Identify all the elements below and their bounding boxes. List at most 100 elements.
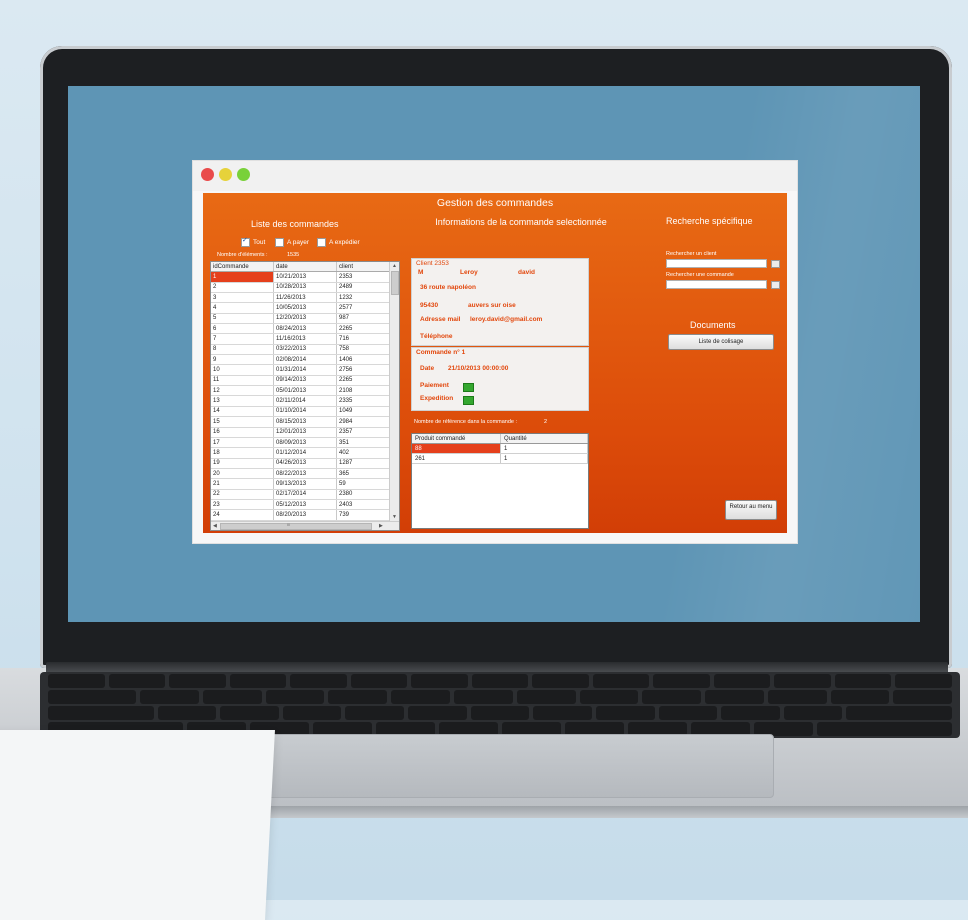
table-row[interactable]: 88 1 — [412, 443, 588, 454]
table-cell[interactable]: 08/15/2013 — [273, 416, 337, 428]
table-cell[interactable]: 2353 — [336, 271, 390, 283]
table-cell[interactable]: 08/20/2013 — [273, 509, 337, 521]
table-cell[interactable]: 2108 — [336, 385, 390, 397]
table-cell[interactable]: 02/08/2014 — [273, 354, 337, 366]
table-row[interactable]: 19 04/26/2013 1287 — [211, 458, 390, 469]
table-cell[interactable]: 23 — [211, 499, 274, 511]
table-cell[interactable]: 04/26/2013 — [273, 458, 337, 469]
table-cell[interactable]: 6 — [211, 323, 274, 335]
table-cell[interactable]: 02/17/2014 — [273, 489, 337, 500]
table-cell[interactable]: 1 — [211, 271, 274, 283]
orders-vertical-scrollbar[interactable]: ▲ ▼ — [389, 262, 399, 521]
table-cell[interactable]: 08/24/2013 — [273, 323, 337, 335]
table-cell[interactable]: 18 — [211, 447, 274, 459]
table-row[interactable]: 20 08/22/2013 365 — [211, 468, 390, 480]
maximize-window-button[interactable] — [237, 168, 250, 181]
table-cell[interactable]: 11/16/2013 — [273, 333, 337, 345]
column-header[interactable]: Produit commandé — [412, 434, 501, 444]
table-row[interactable]: 14 01/10/2014 1049 — [211, 406, 390, 418]
table-row[interactable]: 6 08/24/2013 2265 — [211, 323, 390, 335]
table-cell[interactable]: 1287 — [336, 458, 390, 469]
table-cell[interactable]: 261 — [412, 453, 501, 464]
table-row[interactable]: 3 11/26/2013 1232 — [211, 292, 390, 304]
table-cell[interactable]: 716 — [336, 333, 390, 345]
table-cell[interactable]: 11/26/2013 — [273, 292, 337, 304]
back-to-menu-button[interactable]: Retour au menu — [725, 500, 777, 520]
table-cell[interactable]: 05/01/2013 — [273, 385, 337, 397]
search-client-input[interactable] — [666, 259, 767, 268]
table-row[interactable]: 16 12/01/2013 2357 — [211, 427, 390, 438]
table-cell[interactable]: 402 — [336, 447, 390, 459]
table-cell[interactable]: 1049 — [336, 406, 390, 418]
table-cell[interactable]: 758 — [336, 344, 390, 356]
table-cell[interactable]: 9 — [211, 354, 274, 366]
table-row[interactable]: 13 02/11/2014 2335 — [211, 395, 390, 407]
table-cell[interactable]: 2335 — [336, 395, 390, 407]
table-row[interactable]: 17 08/09/2013 351 — [211, 437, 390, 449]
table-row[interactable]: 261 1 — [412, 453, 588, 464]
table-row[interactable]: 9 02/08/2014 1406 — [211, 354, 390, 366]
orders-horizontal-scrollbar[interactable]: ◀ III ▶ — [211, 521, 399, 530]
table-cell[interactable]: 15 — [211, 416, 274, 428]
scroll-left-icon[interactable]: ◀ — [213, 523, 217, 529]
table-cell[interactable]: 01/10/2014 — [273, 406, 337, 418]
table-cell[interactable]: 14 — [211, 406, 274, 418]
table-cell[interactable]: 2403 — [336, 499, 390, 511]
table-cell[interactable]: 8 — [211, 344, 274, 356]
table-cell[interactable]: 02/11/2014 — [273, 395, 337, 407]
table-cell[interactable]: 17 — [211, 437, 274, 449]
table-cell[interactable]: 12/01/2013 — [273, 427, 337, 438]
table-row[interactable]: 11 09/14/2013 2265 — [211, 375, 390, 387]
table-cell[interactable]: 09/14/2013 — [273, 375, 337, 387]
packing-list-button[interactable]: Liste de colisage — [668, 334, 774, 350]
table-cell[interactable]: 05/12/2013 — [273, 499, 337, 511]
orders-table[interactable]: idCommande date client 1 10/21/2013 2353 2 1… — [210, 261, 400, 531]
table-cell[interactable]: 10/21/2013 — [273, 271, 337, 283]
column-header[interactable]: idCommande — [211, 262, 274, 273]
table-cell[interactable]: 3 — [211, 292, 274, 304]
table-row[interactable]: 1 10/21/2013 2353 — [211, 271, 390, 283]
search-order-input[interactable] — [666, 280, 767, 289]
table-cell[interactable]: 59 — [336, 478, 390, 490]
table-cell[interactable]: 03/22/2013 — [273, 344, 337, 356]
table-cell[interactable]: 10/28/2013 — [273, 282, 337, 294]
table-cell[interactable]: 88 — [412, 443, 501, 454]
search-order-button[interactable] — [771, 281, 780, 289]
table-row[interactable]: 18 01/12/2014 402 — [211, 447, 390, 459]
table-cell[interactable]: 5 — [211, 313, 274, 325]
table-cell[interactable]: 351 — [336, 437, 390, 449]
close-window-button[interactable] — [201, 168, 214, 181]
table-cell[interactable]: 16 — [211, 427, 274, 438]
scroll-up-icon[interactable]: ▲ — [392, 263, 397, 269]
table-row[interactable]: 23 05/12/2013 2403 — [211, 499, 390, 511]
column-header[interactable]: Quantité — [500, 434, 588, 444]
table-cell[interactable]: 24 — [211, 509, 274, 521]
table-row[interactable]: 12 05/01/2013 2108 — [211, 385, 390, 397]
table-cell[interactable]: 4 — [211, 302, 274, 314]
table-cell[interactable]: 1406 — [336, 354, 390, 366]
table-cell[interactable]: 22 — [211, 489, 274, 500]
table-cell[interactable]: 1 — [500, 443, 588, 454]
table-cell[interactable]: 365 — [336, 468, 390, 480]
table-cell[interactable]: 08/09/2013 — [273, 437, 337, 449]
table-cell[interactable]: 13 — [211, 395, 274, 407]
search-client-button[interactable] — [771, 260, 780, 268]
table-cell[interactable]: 2489 — [336, 282, 390, 294]
table-cell[interactable]: 21 — [211, 478, 274, 490]
table-cell[interactable]: 10/05/2013 — [273, 302, 337, 314]
table-cell[interactable]: 19 — [211, 458, 274, 469]
table-cell[interactable]: 2 — [211, 282, 274, 294]
table-row[interactable]: 2 10/28/2013 2489 — [211, 282, 390, 294]
table-cell[interactable]: 12/20/2013 — [273, 313, 337, 325]
scroll-right-icon[interactable]: ▶ — [379, 523, 383, 529]
column-header[interactable]: date — [273, 262, 337, 273]
table-row[interactable]: 22 02/17/2014 2380 — [211, 489, 390, 500]
table-cell[interactable]: 11 — [211, 375, 274, 387]
filter-to-pay[interactable]: A payer — [275, 238, 309, 247]
table-cell[interactable]: 1 — [500, 453, 588, 464]
filter-to-ship[interactable]: A expédier — [317, 238, 360, 247]
filter-all-checkbox[interactable] — [241, 236, 250, 247]
table-row[interactable]: 8 03/22/2013 758 — [211, 344, 390, 356]
column-header[interactable]: client — [336, 262, 390, 273]
table-cell[interactable]: 2380 — [336, 489, 390, 500]
